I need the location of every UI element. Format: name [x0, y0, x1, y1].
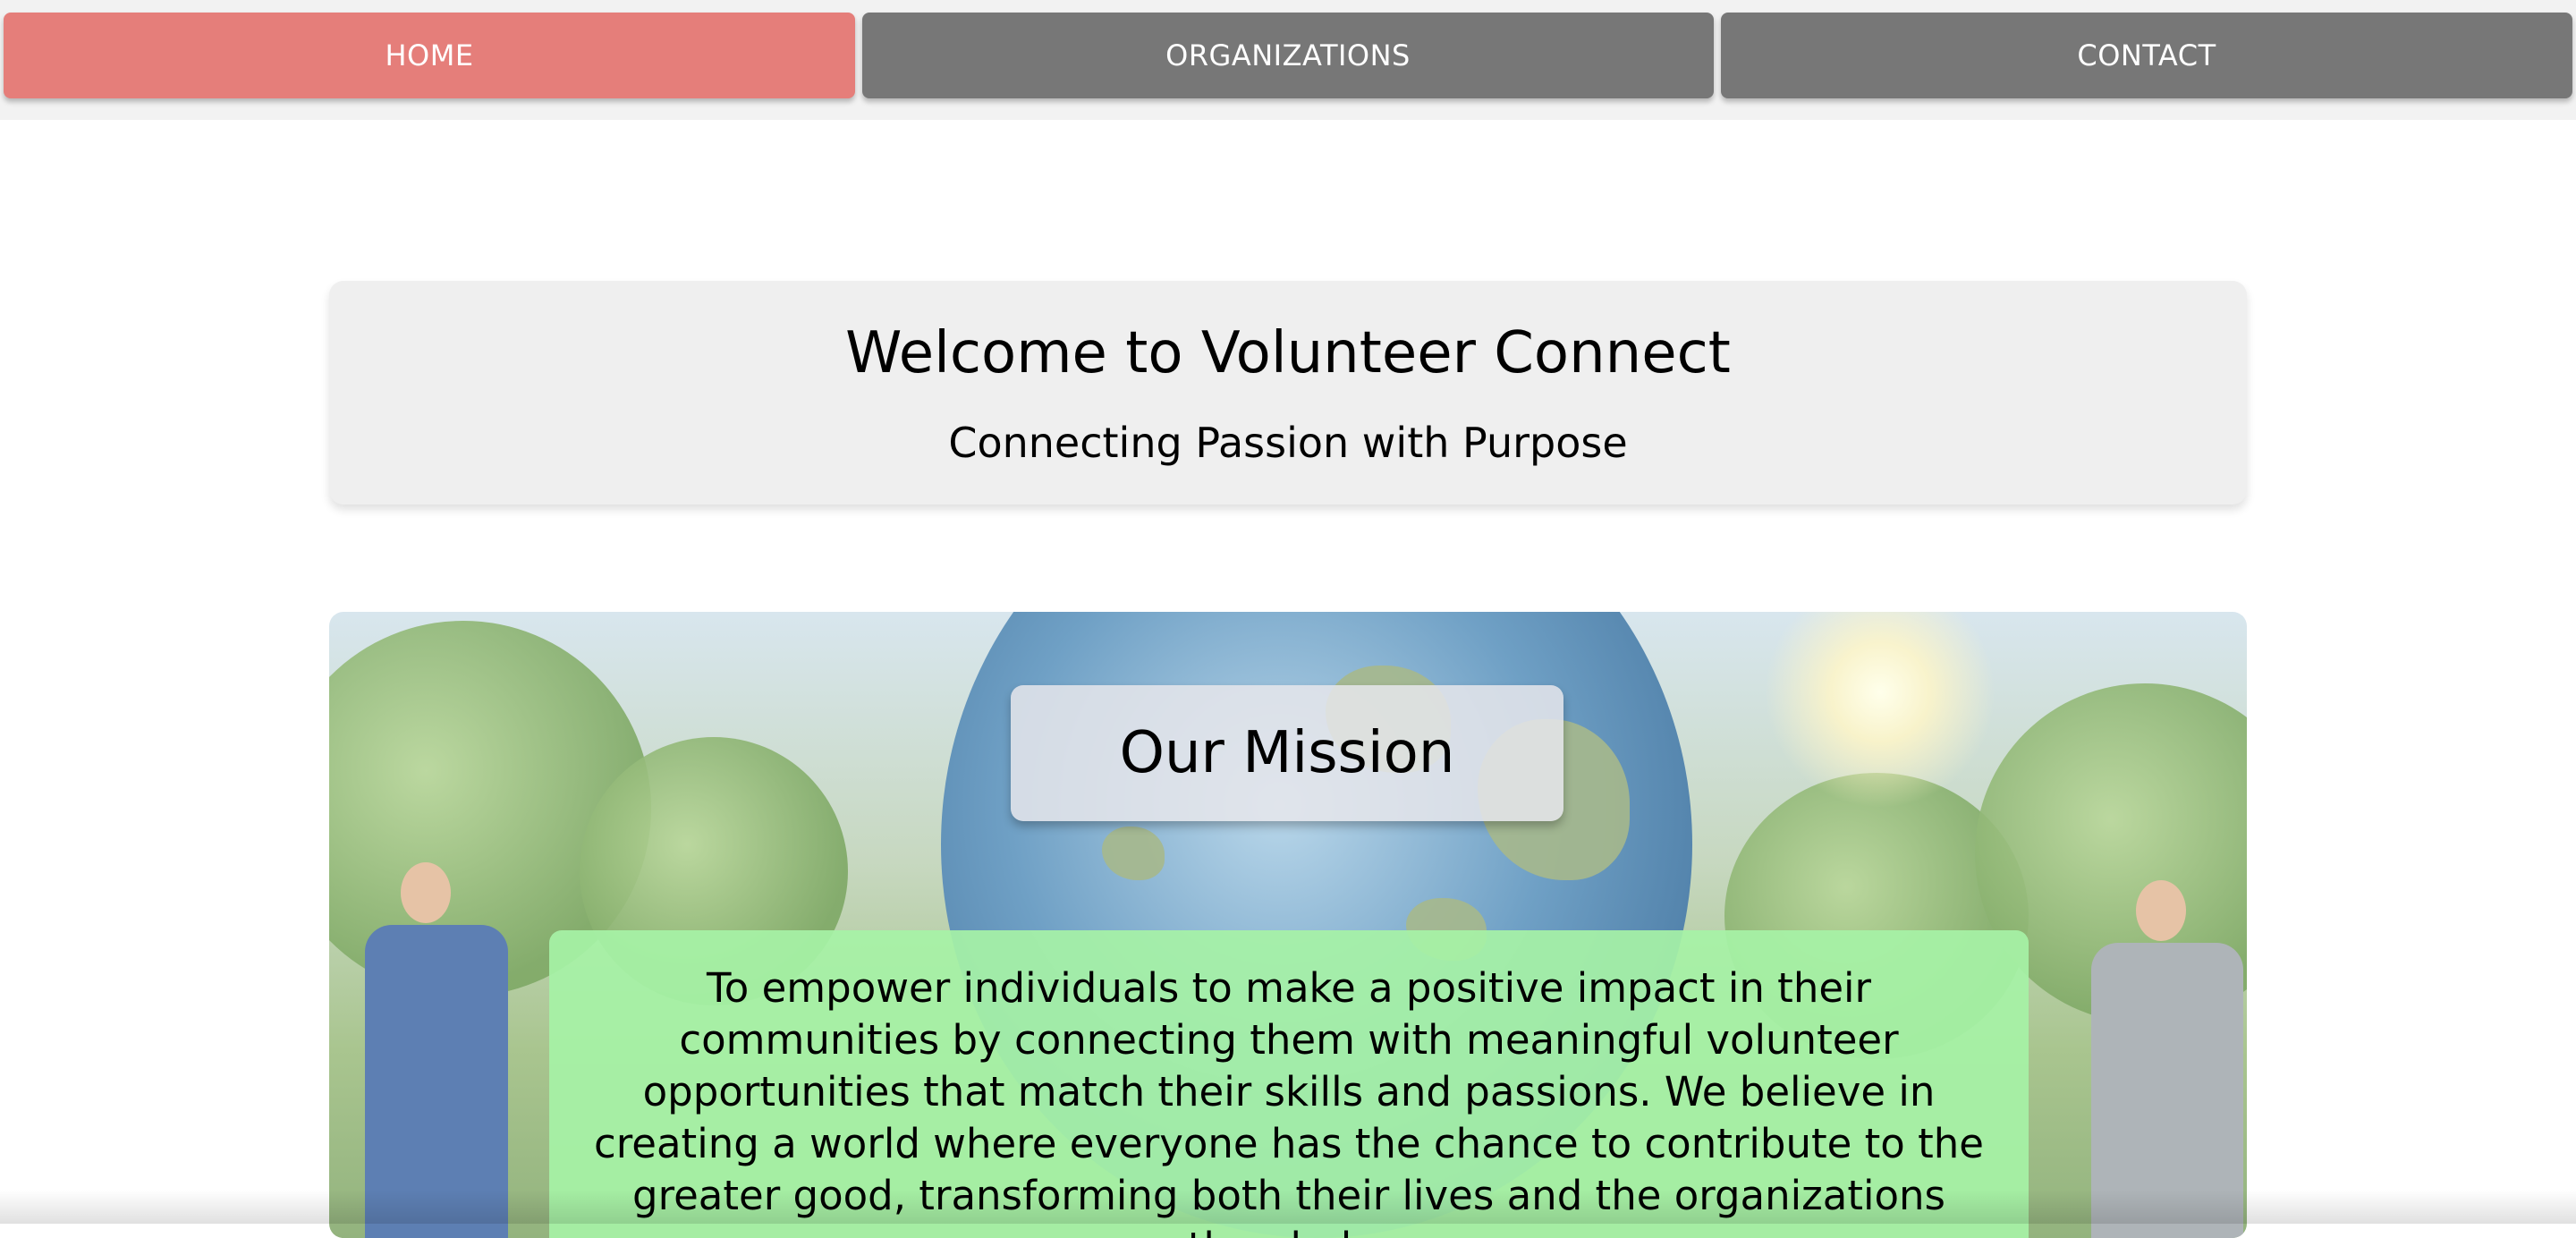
volunteer-illustration-left: [365, 862, 508, 1238]
top-navigation: HOME ORGANIZATIONS CONTACT: [0, 0, 2576, 120]
welcome-subtitle: Connecting Passion with Purpose: [948, 419, 1628, 467]
nav-contact-button[interactable]: CONTACT: [1721, 13, 2572, 98]
nav-home-button[interactable]: HOME: [4, 13, 855, 98]
mission-section: Our Mission To empower individuals to ma…: [329, 612, 2247, 1238]
nav-organizations-button[interactable]: ORGANIZATIONS: [862, 13, 1714, 98]
mission-title: Our Mission: [1011, 685, 1563, 821]
sun-illustration: [1764, 612, 1996, 809]
mission-statement-text: To empower individuals to make a positiv…: [594, 964, 1984, 1238]
volunteer-illustration-right: [2091, 880, 2243, 1238]
welcome-title: Welcome to Volunteer Connect: [845, 320, 1731, 386]
continent-shape: [1102, 827, 1165, 880]
welcome-banner: Welcome to Volunteer Connect Connecting …: [329, 281, 2247, 505]
mission-statement: To empower individuals to make a positiv…: [549, 930, 2029, 1238]
